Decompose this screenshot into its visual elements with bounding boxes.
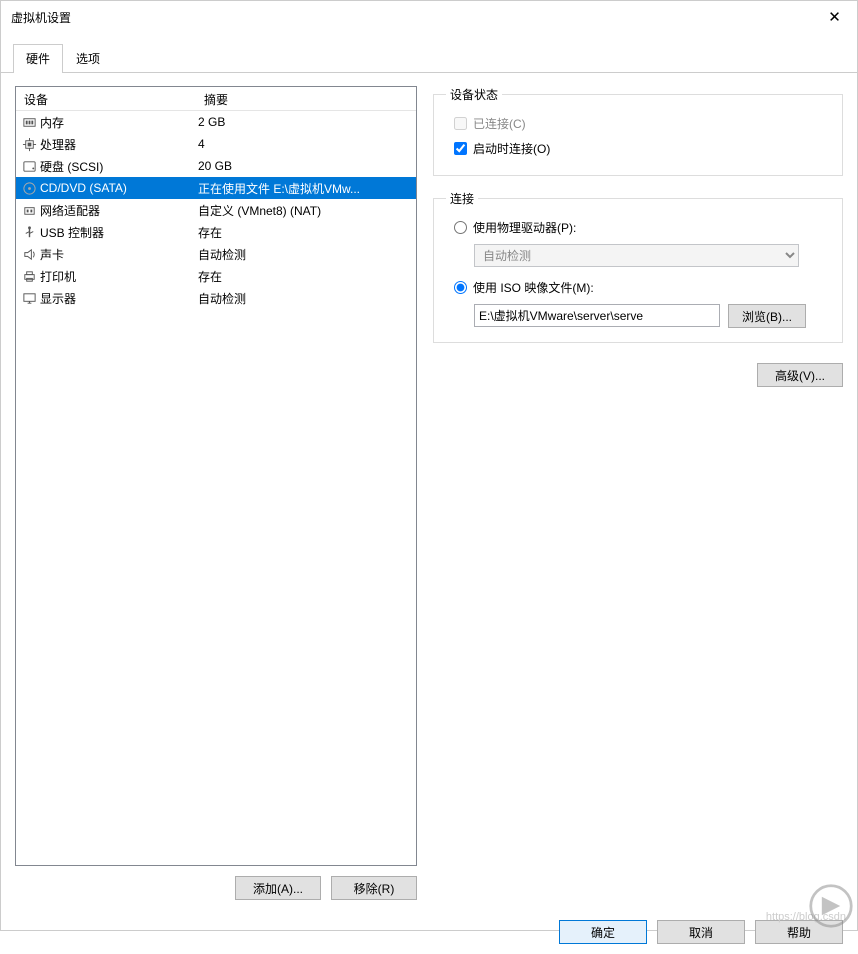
device-row[interactable]: 处理器4 [16, 133, 416, 155]
advanced-button[interactable]: 高级(V)... [757, 363, 843, 387]
device-list: 设备 摘要 内存2 GB处理器4硬盘 (SCSI)20 GBCD/DVD (SA… [15, 86, 417, 866]
device-name: CD/DVD (SATA) [38, 181, 196, 195]
physical-drive-select: 自动检测 [474, 244, 799, 267]
sound-icon [16, 247, 38, 262]
use-iso-radio[interactable] [454, 281, 467, 294]
connect-poweron-checkbox[interactable] [454, 142, 467, 155]
logo-icon [808, 883, 854, 929]
cd-icon [16, 181, 38, 196]
device-row[interactable]: 显示器自动检测 [16, 287, 416, 309]
use-iso-label: 使用 ISO 映像文件(M): [473, 279, 594, 296]
device-name: 显示器 [38, 290, 196, 307]
iso-path-input[interactable] [474, 304, 720, 327]
tab-bar: 硬件 选项 [1, 34, 857, 73]
memory-icon [16, 115, 38, 130]
device-summary: 自动检测 [196, 290, 416, 307]
device-summary: 20 GB [196, 159, 416, 173]
browse-button[interactable]: 浏览(B)... [728, 304, 806, 328]
connected-label: 已连接(C) [473, 115, 526, 132]
device-row[interactable]: 声卡自动检测 [16, 243, 416, 265]
tab-options[interactable]: 选项 [63, 44, 113, 72]
device-row[interactable]: 网络适配器自定义 (VMnet8) (NAT) [16, 199, 416, 221]
device-summary: 自动检测 [196, 246, 416, 263]
use-physical-row[interactable]: 使用物理驱动器(P): [446, 215, 830, 240]
col-summary: 摘要 [196, 87, 416, 110]
device-summary: 正在使用文件 E:\虚拟机VMw... [196, 180, 416, 197]
device-summary: 2 GB [196, 115, 416, 129]
connection-legend: 连接 [446, 190, 478, 207]
printer-icon [16, 269, 38, 284]
device-status-legend: 设备状态 [446, 86, 502, 103]
device-row[interactable]: 硬盘 (SCSI)20 GB [16, 155, 416, 177]
connected-checkbox [454, 117, 467, 130]
device-summary: 4 [196, 137, 416, 151]
use-physical-radio[interactable] [454, 221, 467, 234]
usb-icon [16, 225, 38, 240]
device-name: USB 控制器 [38, 224, 196, 241]
device-name: 打印机 [38, 268, 196, 285]
display-icon [16, 291, 38, 306]
cpu-icon [16, 137, 38, 152]
device-summary: 自定义 (VMnet8) (NAT) [196, 202, 416, 219]
add-button[interactable]: 添加(A)... [235, 876, 321, 900]
device-row[interactable]: 打印机存在 [16, 265, 416, 287]
device-name: 处理器 [38, 136, 196, 153]
device-name: 内存 [38, 114, 196, 131]
device-row[interactable]: 内存2 GB [16, 111, 416, 133]
device-row[interactable]: CD/DVD (SATA)正在使用文件 E:\虚拟机VMw... [16, 177, 416, 199]
connect-poweron-label: 启动时连接(O) [473, 140, 550, 157]
device-summary: 存在 [196, 224, 416, 241]
connect-poweron-row[interactable]: 启动时连接(O) [446, 136, 830, 161]
device-summary: 存在 [196, 268, 416, 285]
window-title: 虚拟机设置 [11, 9, 812, 26]
device-row[interactable]: USB 控制器存在 [16, 221, 416, 243]
disk-icon [16, 159, 38, 174]
ok-button[interactable]: 确定 [559, 920, 647, 944]
use-iso-row[interactable]: 使用 ISO 映像文件(M): [446, 275, 830, 300]
device-name: 网络适配器 [38, 202, 196, 219]
close-icon: ✕ [828, 8, 841, 26]
connected-row: 已连接(C) [446, 111, 830, 136]
device-status-group: 设备状态 已连接(C) 启动时连接(O) [433, 86, 843, 176]
device-name: 声卡 [38, 246, 196, 263]
nic-icon [16, 203, 38, 218]
remove-button[interactable]: 移除(R) [331, 876, 417, 900]
tab-hardware[interactable]: 硬件 [13, 44, 63, 72]
close-button[interactable]: ✕ [812, 3, 857, 31]
col-device: 设备 [16, 87, 196, 110]
cancel-button[interactable]: 取消 [657, 920, 745, 944]
connection-group: 连接 使用物理驱动器(P): 自动检测 使用 ISO 映像文件(M): 浏览(B… [433, 190, 843, 343]
use-physical-label: 使用物理驱动器(P): [473, 219, 576, 236]
device-list-header: 设备 摘要 [16, 87, 416, 111]
device-name: 硬盘 (SCSI) [38, 158, 196, 175]
